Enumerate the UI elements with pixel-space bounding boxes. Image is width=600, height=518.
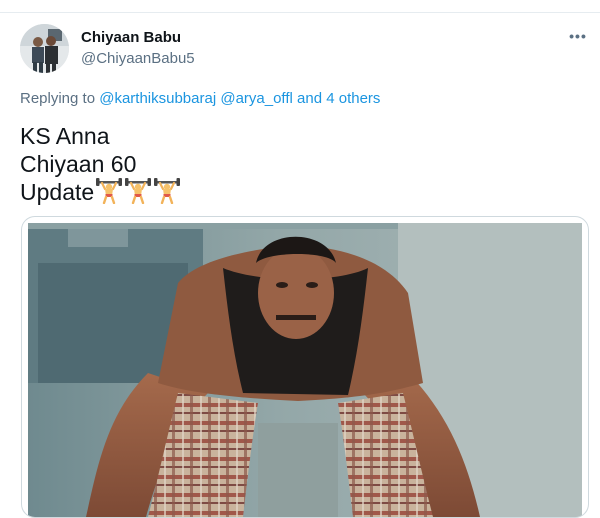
- mention-link[interactable]: @karthiksubbaraj: [99, 90, 216, 107]
- top-divider: [0, 12, 600, 13]
- tweet-text: KS Anna Chiyaan 60 Update: [20, 122, 181, 206]
- person-lifting-weights-emoji: [154, 178, 181, 204]
- tweet-text-line: Update: [20, 179, 95, 205]
- media-photo: [28, 223, 582, 517]
- tweet-text-line: KS Anna: [20, 123, 110, 149]
- tweet-text-line: Chiyaan 60: [20, 151, 137, 177]
- person-lifting-weights-emoji: [125, 178, 152, 204]
- replying-to-line: Replying to @karthiksubbaraj @arya_offl …: [20, 89, 380, 109]
- mention-and-label[interactable]: and: [297, 90, 322, 107]
- tweet-text-line-with-emoji: Update: [20, 178, 181, 206]
- avatar-photo: [20, 24, 69, 73]
- person-lifting-weights-emoji: [96, 178, 123, 204]
- emoji-row: [94, 178, 181, 205]
- author-name[interactable]: Chiyaan Babu: [81, 28, 181, 48]
- author-avatar[interactable]: [20, 24, 69, 73]
- tweet-media-image[interactable]: [21, 216, 589, 518]
- mention-others-link[interactable]: 4 others: [326, 90, 380, 107]
- more-options-icon[interactable]: •••: [566, 26, 590, 46]
- replying-to-label: Replying to: [20, 90, 96, 107]
- author-handle[interactable]: @ChiyaanBabu5: [81, 49, 195, 69]
- mention-link[interactable]: @arya_offl: [220, 90, 293, 107]
